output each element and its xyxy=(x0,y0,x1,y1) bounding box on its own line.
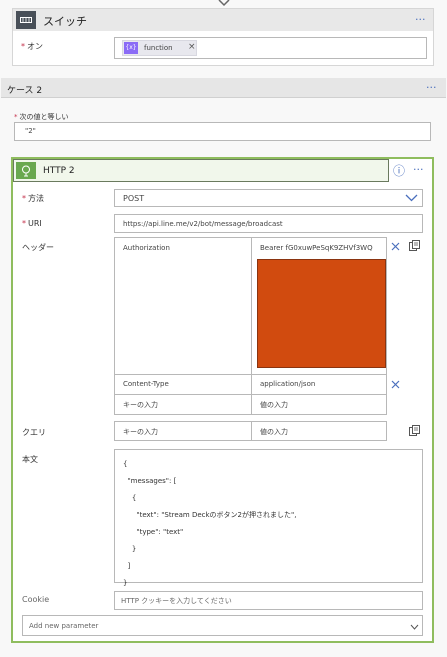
body-input[interactable]: { "messages": [ { "text": "Stream Deckのボ… xyxy=(114,449,423,587)
header-row-1-value[interactable]: Bearer fG0xuwPeSqK9ZHVf3WQ xyxy=(252,238,386,374)
function-token-label: function xyxy=(144,44,173,52)
switch-card: スイッチ ··· * オン {x} function × xyxy=(12,8,434,66)
body-line: { xyxy=(123,494,137,502)
http-card-header[interactable]: HTTP 2 xyxy=(13,159,389,182)
header-value-placeholder[interactable]: 値の入力 xyxy=(260,400,288,410)
case-equals-input[interactable]: "2" xyxy=(14,122,431,141)
connector-arrow-icon xyxy=(216,0,232,8)
switch-on-label: * オン xyxy=(21,42,43,51)
switch-to-text-mode-icon[interactable] xyxy=(409,240,420,253)
body-line: ] xyxy=(123,562,131,570)
chevron-down-icon xyxy=(405,194,418,204)
uri-label-text: URI xyxy=(28,219,42,228)
headers-table: Authorization Bearer fG0xuwPeSqK9ZHVf3WQ… xyxy=(114,237,387,415)
header-value-content-type[interactable]: application/json xyxy=(260,380,315,388)
body-line: "text": "Stream Deckのボタン2が押されました", xyxy=(123,511,297,519)
http-info-icon[interactable]: ⓘ xyxy=(393,162,405,179)
query-label: クエリ xyxy=(22,428,46,437)
case-equals-label-text: 次の値と等しい xyxy=(19,113,69,121)
http-title: HTTP 2 xyxy=(43,166,75,176)
header-row-1-key[interactable]: Authorization xyxy=(115,238,251,374)
body-label: 本文 xyxy=(22,455,38,464)
header-key-placeholder[interactable]: キーの入力 xyxy=(123,400,158,410)
case-more-button[interactable]: ··· xyxy=(426,81,437,94)
header-key-content-type[interactable]: Content-Type xyxy=(123,380,169,388)
headers-label: ヘッダー xyxy=(22,243,54,252)
header-row-divider-2 xyxy=(115,394,386,395)
uri-label: * URI xyxy=(22,219,42,228)
header-key-authorization: Authorization xyxy=(123,244,170,252)
query-table: キーの入力 値の入力 xyxy=(114,421,387,441)
uri-value: https://api.line.me/v2/bot/message/broad… xyxy=(123,220,283,228)
switch-on-label-text: オン xyxy=(27,42,43,51)
http-more-button[interactable]: ··· xyxy=(413,163,424,176)
http-card: HTTP 2 ⓘ ··· * 方法 POST * URI https://api.l… xyxy=(11,157,434,643)
add-new-parameter-label: Add new parameter xyxy=(29,622,99,630)
query-text-mode-icon[interactable] xyxy=(409,425,420,438)
method-select[interactable]: POST xyxy=(114,189,423,207)
body-line: } xyxy=(123,579,128,587)
remove-header-2-icon[interactable] xyxy=(391,380,400,391)
uri-input[interactable]: https://api.line.me/v2/bot/message/broad… xyxy=(114,214,423,233)
switch-on-input[interactable]: {x} function × xyxy=(114,37,427,59)
body-line: "type": "text" xyxy=(123,528,184,536)
redacted-token-block xyxy=(257,259,386,368)
body-line: "messages": [ xyxy=(123,477,177,485)
function-token[interactable]: {x} function × xyxy=(122,40,197,56)
body-code: { "messages": [ { "text": "Stream Deckのボ… xyxy=(123,456,296,592)
switch-icon xyxy=(16,11,36,29)
add-parameter-chevron-icon xyxy=(410,623,419,632)
body-line: { xyxy=(123,460,128,468)
case-equals-value: "2" xyxy=(25,127,36,135)
cookie-placeholder: HTTP クッキーを入力してください xyxy=(121,597,232,605)
case-card-header[interactable]: ケース 2 ··· xyxy=(1,78,446,98)
add-new-parameter-select[interactable]: Add new parameter xyxy=(22,615,423,636)
query-value-input[interactable]: 値の入力 xyxy=(260,427,288,437)
body-line: } xyxy=(123,545,137,553)
query-divider xyxy=(251,422,252,440)
header-row-divider-1 xyxy=(115,374,386,375)
cookie-label: Cookie xyxy=(22,595,50,604)
cookie-input[interactable]: HTTP クッキーを入力してください xyxy=(114,591,423,610)
method-label-text: 方法 xyxy=(28,194,44,203)
case-equals-label: * 次の値と等しい xyxy=(14,113,69,121)
query-key-input[interactable]: キーの入力 xyxy=(123,427,158,437)
http-globe-icon xyxy=(16,162,36,179)
case-title: ケース 2 xyxy=(7,86,43,96)
switch-card-header[interactable]: スイッチ ··· xyxy=(13,9,433,31)
function-token-remove-icon[interactable]: × xyxy=(188,42,196,52)
switch-title: スイッチ xyxy=(43,15,87,28)
function-token-icon: {x} xyxy=(124,42,138,54)
remove-header-1-icon[interactable] xyxy=(391,242,400,253)
method-value: POST xyxy=(123,194,145,203)
switch-more-button[interactable]: ··· xyxy=(415,13,426,26)
method-label: * 方法 xyxy=(22,194,44,203)
header-value-authorization: Bearer fG0xuwPeSqK9ZHVf3WQ xyxy=(260,244,373,252)
